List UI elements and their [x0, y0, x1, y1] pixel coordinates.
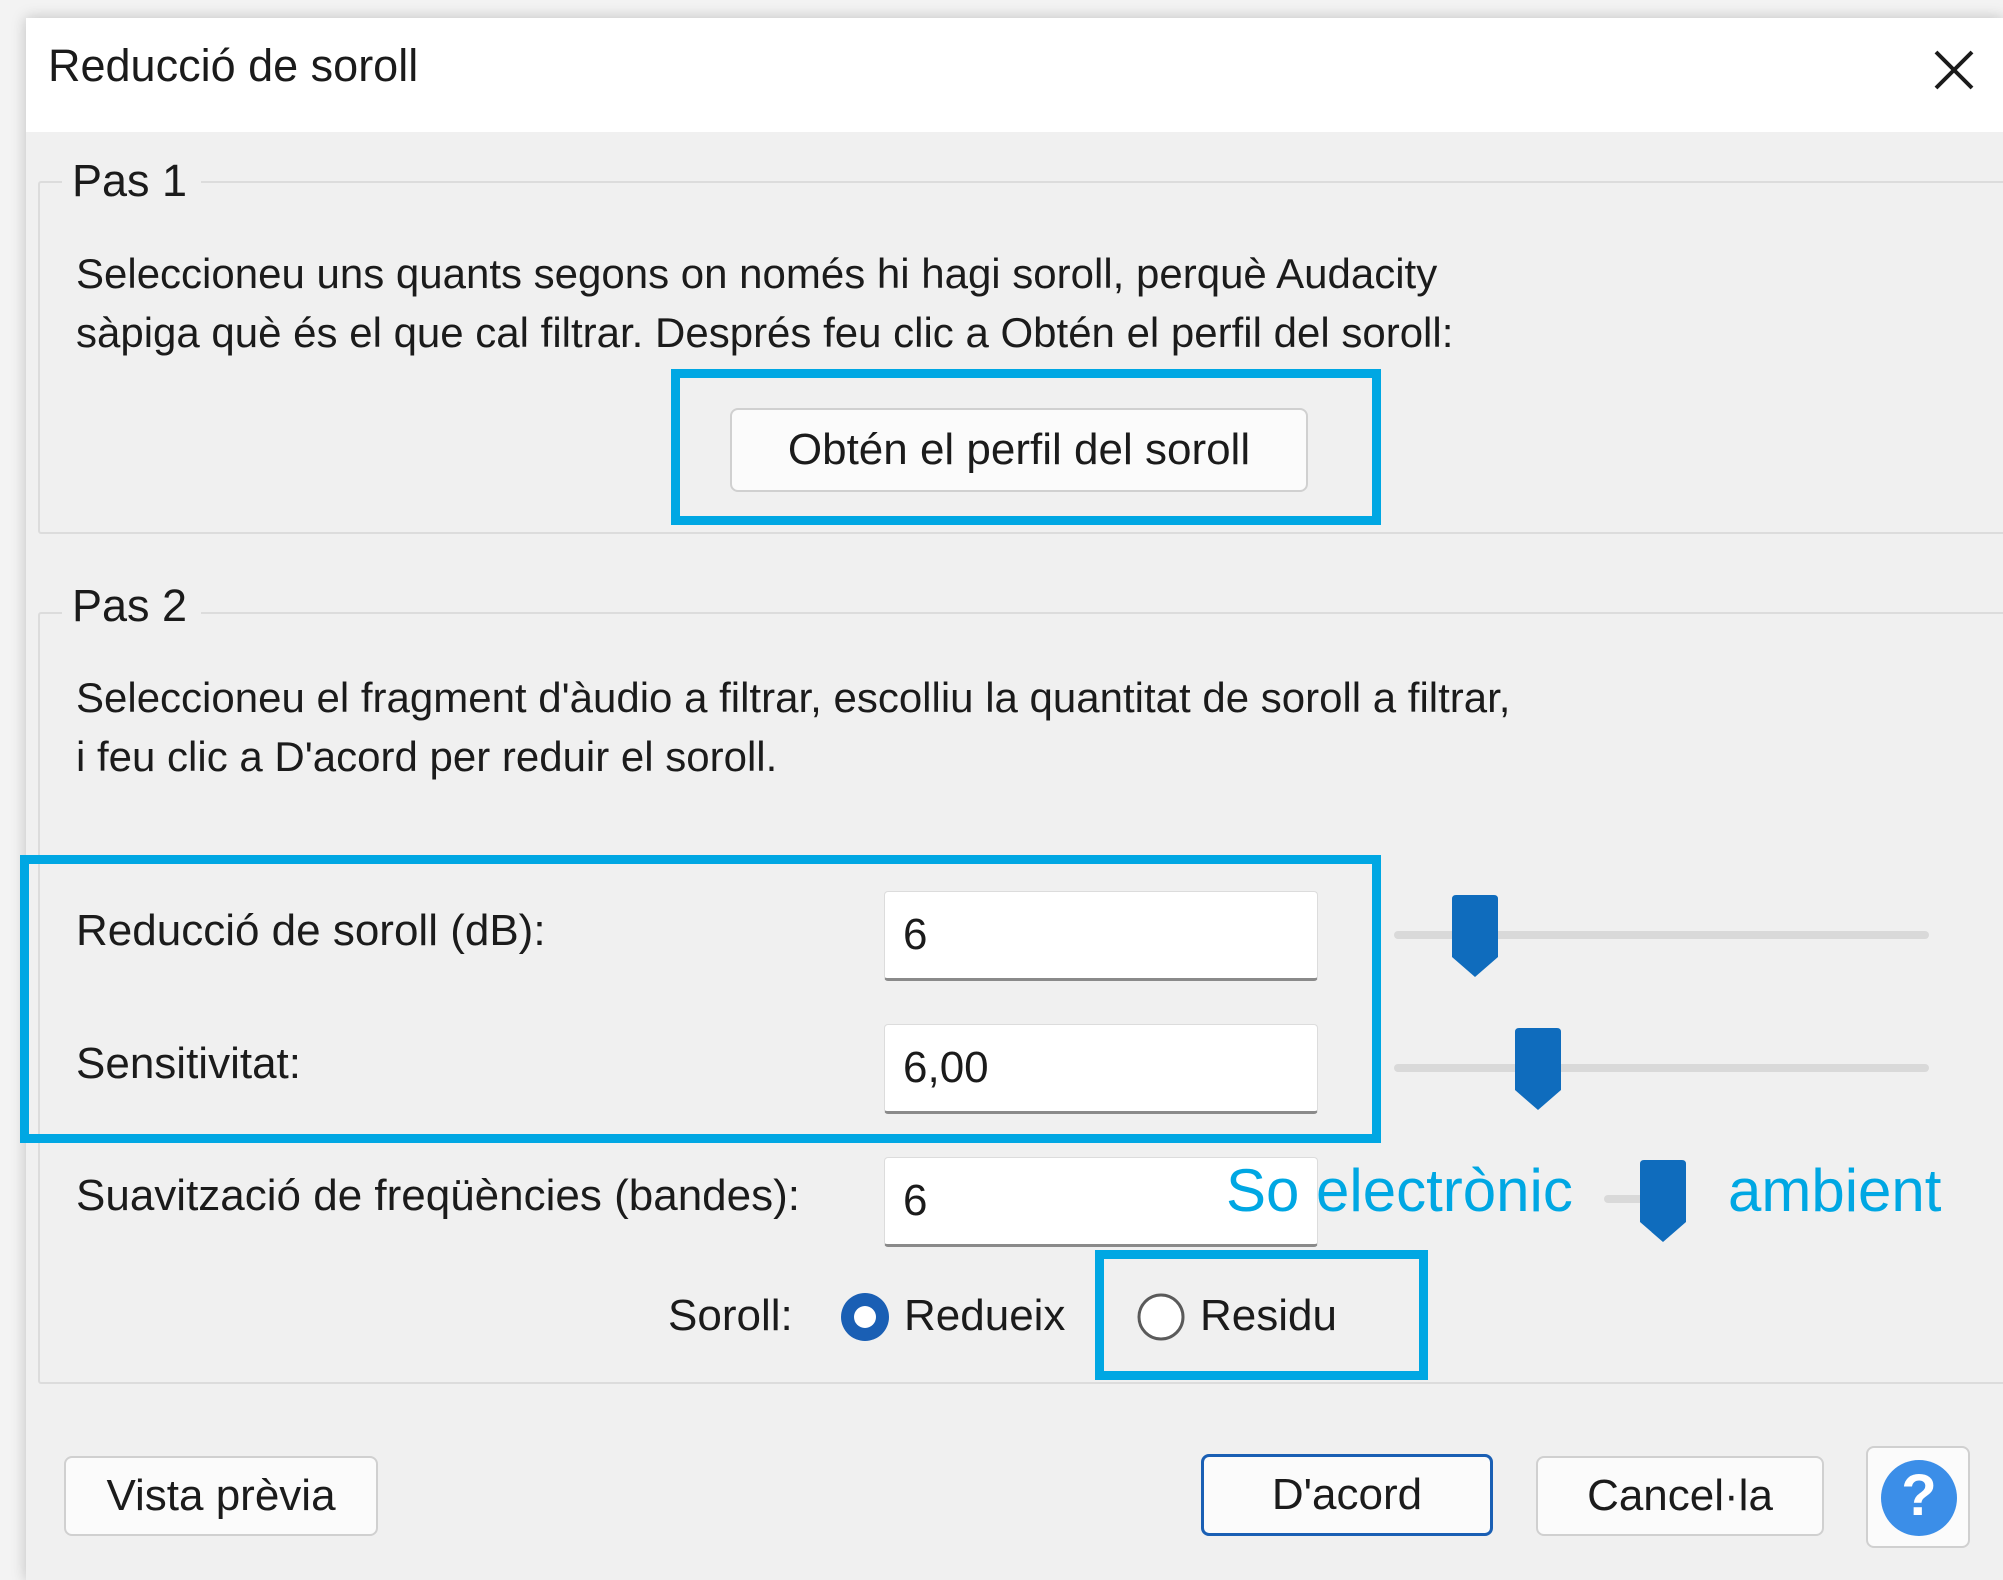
step2-description-line1: Seleccioneu el fragment d'àudio a filtra…	[76, 674, 1511, 721]
cancel-button[interactable]: Cancel·la	[1536, 1456, 1824, 1536]
ok-button[interactable]: D'acord	[1201, 1454, 1493, 1536]
annotation-ambient: ambient	[1728, 1157, 1942, 1224]
step2-description-line2: i feu clic a D'acord per reduir el sorol…	[76, 733, 778, 780]
close-icon[interactable]	[1926, 42, 1982, 98]
preview-button[interactable]: Vista prèvia	[64, 1456, 378, 1536]
noise-reduction-input[interactable]	[884, 891, 1318, 981]
step2-legend: Pas 2	[62, 580, 202, 632]
step1-legend: Pas 1	[62, 155, 202, 207]
noise-reduction-label: Reducció de soroll (dB):	[76, 906, 546, 955]
help-button[interactable]: ?	[1866, 1446, 1970, 1548]
annotation-electronic-sound: So electrònic	[1226, 1157, 1573, 1224]
residue-radio-label[interactable]: Residu	[1200, 1291, 1337, 1341]
noise-label: Soroll:	[668, 1291, 793, 1340]
noise-reduction-slider-thumb[interactable]	[1452, 895, 1498, 977]
reduce-radio-label[interactable]: Redueix	[904, 1291, 1065, 1341]
reduce-radio[interactable]	[840, 1292, 890, 1342]
frequency-smoothing-slider-thumb[interactable]	[1640, 1160, 1686, 1242]
sensitivity-label: Sensitivitat:	[76, 1039, 301, 1088]
residue-radio[interactable]	[1136, 1292, 1186, 1342]
window-title: Reducció de soroll	[48, 40, 419, 91]
step1-description-line1: Seleccioneu uns quants segons on només h…	[76, 250, 1438, 297]
step1-description-line2: sàpiga què és el que cal filtrar. Despré…	[76, 309, 1454, 356]
frequency-smoothing-label: Suavització de freqüències (bandes):	[76, 1171, 800, 1220]
sensitivity-slider-thumb[interactable]	[1515, 1028, 1561, 1110]
sensitivity-slider-track[interactable]	[1394, 1064, 1929, 1072]
get-noise-profile-button[interactable]: Obtén el perfil del soroll	[730, 408, 1308, 492]
sensitivity-input[interactable]	[884, 1024, 1318, 1114]
help-glyph: ?	[1901, 1463, 1937, 1528]
